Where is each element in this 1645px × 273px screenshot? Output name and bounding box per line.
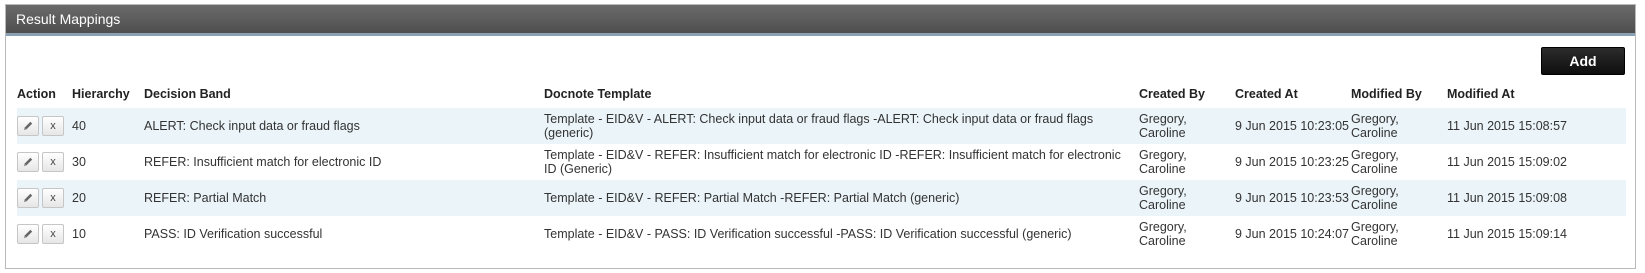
- table-header-row: Action Hierarchy Decision Band Docnote T…: [17, 80, 1626, 108]
- cell-modified-by: Gregory, Caroline: [1351, 148, 1399, 176]
- cell-docnote-template: Template - EID&V - REFER: Insufficient m…: [544, 148, 1121, 176]
- column-header-created-at: Created At: [1235, 87, 1298, 101]
- row-actions: x: [17, 216, 72, 252]
- cell-docnote-template: Template - EID&V - REFER: Partial Match …: [544, 191, 960, 205]
- cell-modified-at: 11 Jun 2015 15:09:08: [1447, 191, 1568, 205]
- result-mappings-table: Action Hierarchy Decision Band Docnote T…: [17, 80, 1626, 252]
- cell-created-by: Gregory, Caroline: [1139, 184, 1187, 212]
- cell-decision-band: ALERT: Check input data or fraud flags: [144, 119, 360, 133]
- panel-body: Add Action Hierarchy Decision Band Docno…: [6, 36, 1635, 268]
- cell-decision-band: REFER: Insufficient match for electronic…: [144, 155, 382, 169]
- cell-modified-by: Gregory, Caroline: [1351, 112, 1399, 140]
- cell-modified-at: 11 Jun 2015 15:09:02: [1447, 155, 1568, 169]
- column-header-action: Action: [17, 87, 56, 101]
- column-header-hierarchy: Hierarchy: [72, 87, 130, 101]
- cell-created-by: Gregory, Caroline: [1139, 220, 1187, 248]
- table-row: x 20 REFER: Partial Match Template - EID…: [17, 180, 1626, 216]
- table-row: x 30 REFER: Insufficient match for elect…: [17, 144, 1626, 180]
- add-button[interactable]: Add: [1541, 47, 1625, 75]
- delete-button[interactable]: x: [42, 152, 64, 172]
- cell-decision-band: REFER: Partial Match: [144, 191, 267, 205]
- cell-modified-at: 11 Jun 2015 15:09:14: [1447, 227, 1568, 241]
- edit-button[interactable]: [17, 188, 39, 208]
- cell-modified-by: Gregory, Caroline: [1351, 220, 1399, 248]
- row-actions: x: [17, 108, 72, 144]
- cell-decision-band: PASS: ID Verification successful: [144, 227, 323, 241]
- column-header-modified-at: Modified At: [1447, 87, 1515, 101]
- delete-button[interactable]: x: [42, 116, 64, 136]
- column-header-docnote-template: Docnote Template: [544, 87, 652, 101]
- pencil-icon: [24, 121, 33, 131]
- cell-hierarchy: 20: [72, 191, 86, 205]
- result-mappings-panel: Result Mappings Add Action Hierarchy Dec…: [5, 4, 1636, 269]
- edit-button[interactable]: [17, 152, 39, 172]
- pencil-icon: [24, 193, 33, 203]
- cell-hierarchy: 10: [72, 227, 86, 241]
- cell-created-at: 9 Jun 2015 10:23:05: [1235, 119, 1349, 133]
- cell-created-at: 9 Jun 2015 10:23:25: [1235, 155, 1349, 169]
- column-header-decision-band: Decision Band: [144, 87, 231, 101]
- cell-created-at: 9 Jun 2015 10:23:53: [1235, 191, 1349, 205]
- cell-modified-at: 11 Jun 2015 15:08:57: [1447, 119, 1568, 133]
- column-header-created-by: Created By: [1139, 87, 1205, 101]
- cell-modified-by: Gregory, Caroline: [1351, 184, 1399, 212]
- pencil-icon: [24, 229, 33, 239]
- cell-hierarchy: 30: [72, 155, 86, 169]
- row-actions: x: [17, 180, 72, 216]
- edit-button[interactable]: [17, 224, 39, 244]
- column-header-modified-by: Modified By: [1351, 87, 1422, 101]
- cell-hierarchy: 40: [72, 119, 86, 133]
- delete-button[interactable]: x: [42, 188, 64, 208]
- row-actions: x: [17, 144, 72, 180]
- table-row: x 10 PASS: ID Verification successful Te…: [17, 216, 1626, 252]
- table-row: x 40 ALERT: Check input data or fraud fl…: [17, 108, 1626, 144]
- edit-button[interactable]: [17, 116, 39, 136]
- cell-docnote-template: Template - EID&V - ALERT: Check input da…: [544, 112, 1094, 140]
- cell-created-by: Gregory, Caroline: [1139, 112, 1187, 140]
- pencil-icon: [24, 157, 33, 167]
- cell-created-at: 9 Jun 2015 10:24:07: [1235, 227, 1349, 241]
- cell-created-by: Gregory, Caroline: [1139, 148, 1187, 176]
- panel-title: Result Mappings: [6, 5, 1635, 36]
- cell-docnote-template: Template - EID&V - PASS: ID Verification…: [544, 227, 1072, 241]
- delete-button[interactable]: x: [42, 224, 64, 244]
